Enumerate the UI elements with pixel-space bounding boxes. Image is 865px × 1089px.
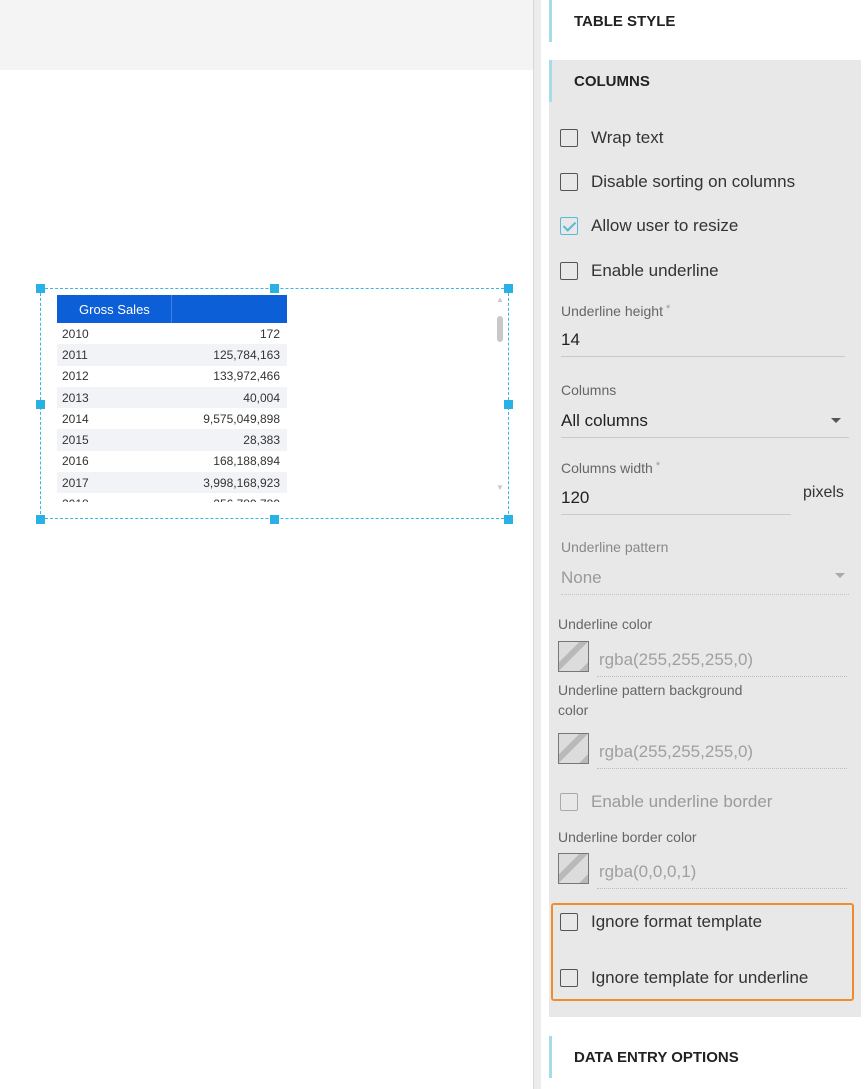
table-row[interactable]: 2012 133,972,466 <box>57 366 287 387</box>
gross-sales-cell: 3,998,168,923 <box>203 475 280 490</box>
gross-sales-cell: 125,784,163 <box>213 347 280 362</box>
table-row[interactable]: 2016 168,188,894 <box>57 451 287 472</box>
enable-underline-border-checkbox[interactable] <box>560 793 578 811</box>
underline-height-label: Underline height * <box>561 303 671 319</box>
underline-pattern-bg-label-cont: color <box>558 702 589 718</box>
table-row[interactable]: 2011 125,784,163 <box>57 344 287 366</box>
year-cell: 2013 <box>62 390 89 405</box>
underline-height-input[interactable]: 14 <box>561 330 845 357</box>
underline-pattern-label: Underline pattern <box>561 539 669 555</box>
underline-pattern-select[interactable]: None <box>561 568 849 595</box>
table-row[interactable]: 2015 28,383 <box>57 429 287 451</box>
gross-sales-cell: 9,575,049,898 <box>203 411 280 426</box>
underline-pattern-bg-swatch-icon[interactable] <box>558 733 589 764</box>
table-row[interactable]: 2017 3,998,168,923 <box>57 472 287 494</box>
allow-resize-option[interactable]: Allow user to resize <box>560 216 738 236</box>
section-table-style[interactable]: TABLE STYLE <box>549 0 857 42</box>
underline-color-input[interactable]: rgba(255,255,255,0) <box>597 650 847 677</box>
underline-color-label: Underline color <box>558 616 653 632</box>
resize-handle-top-left[interactable] <box>36 284 45 293</box>
allow-resize-checkbox[interactable] <box>560 217 578 235</box>
year-cell: 2018 <box>57 497 117 502</box>
resize-handle-bottom[interactable] <box>270 515 279 524</box>
scroll-up-icon[interactable]: ▲ <box>495 296 505 304</box>
chevron-down-icon[interactable] <box>835 573 845 578</box>
year-cell: 2016 <box>62 454 89 469</box>
section-columns-header[interactable]: COLUMNS <box>549 60 861 102</box>
year-cell: 2015 <box>62 433 89 448</box>
year-cell: 2014 <box>62 411 89 426</box>
disable-sorting-option[interactable]: Disable sorting on columns <box>560 172 795 192</box>
gross-sales-cell: 256,789,789 <box>117 497 287 502</box>
table-header: Gross Sales <box>57 295 287 323</box>
table-body: 2010 172 2011 125,784,163 2012 133,972,466 201… <box>57 323 287 502</box>
table-row[interactable]: 2018256,789,789 <box>57 493 287 502</box>
wrap-text-checkbox[interactable] <box>560 129 578 147</box>
chevron-down-icon[interactable] <box>831 418 841 423</box>
gross-sales-cell: 172 <box>259 326 280 341</box>
underline-border-color-input[interactable]: rgba(0,0,0,1) <box>597 862 847 889</box>
columns-select[interactable]: All columns <box>561 411 849 438</box>
resize-handle-right[interactable] <box>504 400 513 409</box>
table-row[interactable]: 2010 172 <box>57 323 287 344</box>
year-cell: 2012 <box>62 369 89 384</box>
table-vertical-scrollbar[interactable]: ▲ ▼ <box>495 296 505 492</box>
resize-handle-top[interactable] <box>270 284 279 293</box>
table-header-gross-sales[interactable]: Gross Sales <box>57 295 172 323</box>
resize-handle-left[interactable] <box>36 400 45 409</box>
enable-underline-checkbox[interactable] <box>560 262 578 280</box>
section-data-entry-options[interactable]: DATA ENTRY OPTIONS <box>549 1036 857 1078</box>
resize-handle-bottom-left[interactable] <box>36 515 45 524</box>
year-cell: 2011 <box>62 347 88 362</box>
resize-handle-top-right[interactable] <box>504 284 513 293</box>
underline-color-swatch-icon[interactable] <box>558 641 589 672</box>
scroll-down-icon[interactable]: ▼ <box>495 484 505 492</box>
underline-border-color-swatch-icon[interactable] <box>558 853 589 884</box>
gross-sales-table[interactable]: Gross Sales 2010 172 2011 125,784,163 2012 13… <box>57 295 287 502</box>
scroll-thumb[interactable] <box>497 316 503 342</box>
section-columns: COLUMNS Wrap text Disable sorting on col… <box>549 60 861 1017</box>
columns-select-label: Columns <box>561 382 617 398</box>
table-row[interactable]: 2014 9,575,049,898 <box>57 408 287 429</box>
disable-sorting-checkbox[interactable] <box>560 173 578 191</box>
wrap-text-option[interactable]: Wrap text <box>560 128 663 148</box>
year-cell: 2017 <box>62 475 89 490</box>
enable-underline-option[interactable]: Enable underline <box>560 261 719 281</box>
columns-width-label: Columns width * <box>561 460 661 476</box>
resize-handle-bottom-right[interactable] <box>504 515 513 524</box>
enable-underline-border-option[interactable]: Enable underline border <box>560 792 772 812</box>
table-row[interactable]: 2013 40,004 <box>57 386 287 409</box>
gross-sales-cell: 168,188,894 <box>213 454 280 469</box>
highlight-box <box>551 903 854 1001</box>
gross-sales-cell: 40,004 <box>243 390 280 405</box>
columns-width-input[interactable]: 120 <box>561 488 791 515</box>
underline-pattern-bg-label: Underline pattern background <box>558 682 743 698</box>
underline-border-color-label: Underline border color <box>558 829 697 845</box>
gross-sales-cell: 28,383 <box>243 433 280 448</box>
columns-width-unit: pixels <box>803 484 844 501</box>
panel-splitter[interactable] <box>533 0 541 1089</box>
canvas-toolbar-area <box>0 0 533 70</box>
year-cell: 2010 <box>62 326 89 341</box>
underline-pattern-bg-input[interactable]: rgba(255,255,255,0) <box>597 742 847 769</box>
gross-sales-cell: 133,972,466 <box>213 369 280 384</box>
report-canvas <box>0 70 533 1089</box>
